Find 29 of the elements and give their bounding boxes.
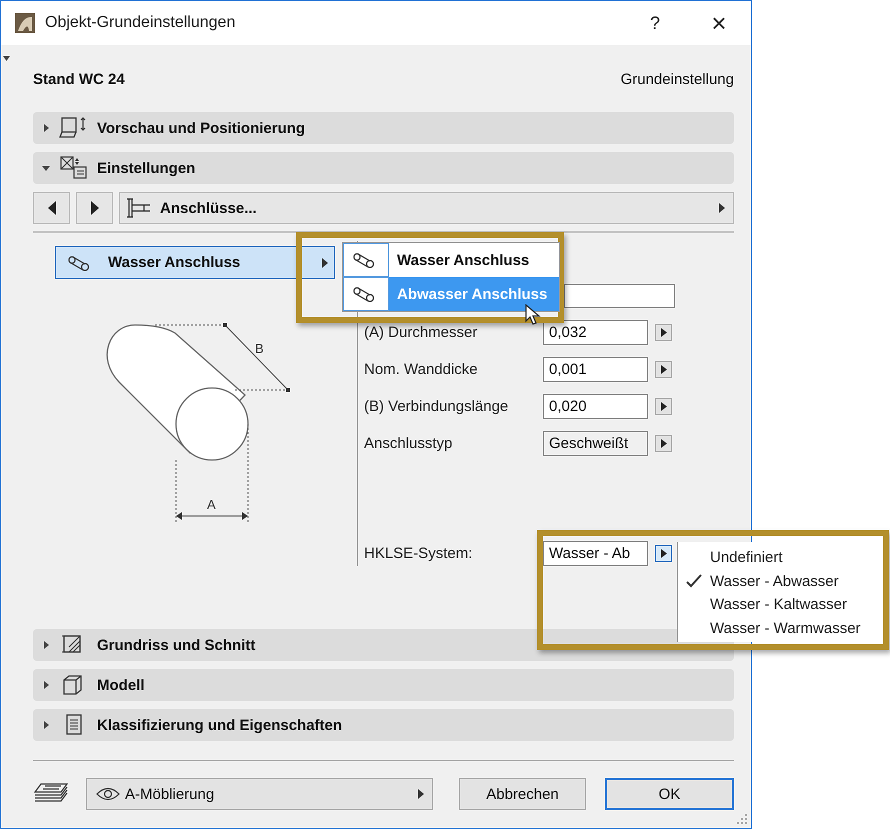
close-button[interactable]: × — [687, 1, 751, 45]
menu-item[interactable]: Wasser - Kaltwasser — [678, 593, 881, 616]
layer-dropdown[interactable]: A-Möblierung — [86, 778, 433, 810]
object-name: Stand WC 24 — [33, 70, 125, 88]
input-field[interactable]: 0,020 — [543, 394, 648, 419]
field-label: Nom. Wanddicke — [364, 361, 479, 378]
panel-header[interactable]: Klassifizierung und Eigenschaften — [33, 709, 734, 741]
menu-item[interactable]: Wasser - Abwasser — [678, 570, 881, 593]
input-field[interactable]: 0,032 — [543, 320, 648, 345]
field-label: (B) Verbindungslänge — [364, 398, 510, 415]
dimension-label: B — [255, 341, 264, 356]
preset-label: Grundeinstellung — [620, 70, 734, 88]
input-field[interactable]: 0,001 — [543, 357, 648, 382]
window-title: Objekt-Grundeinstellungen — [45, 14, 236, 32]
cancel-button[interactable]: Abbrechen — [459, 778, 586, 810]
menu-item[interactable]: Undefiniert — [678, 546, 881, 570]
type-dropdown[interactable]: Geschweißt — [543, 431, 648, 456]
connection-list-item[interactable]: Wasser Anschluss — [55, 246, 335, 279]
field-label: HKLSE-System: — [364, 545, 474, 562]
ok-button[interactable]: OK — [605, 778, 734, 810]
field-label: Anschlusstyp — [364, 435, 454, 452]
panel-header[interactable]: Vorschau und Positionierung — [33, 112, 734, 144]
panel-header[interactable]: Einstellungen — [33, 152, 734, 184]
help-button[interactable]: ? — [623, 1, 687, 45]
field-label: (A) Durchmesser — [364, 324, 478, 341]
dimension-label: A — [207, 497, 216, 512]
panel-header[interactable]: Modell — [33, 669, 734, 701]
page-dropdown[interactable]: Anschlüsse... — [119, 192, 734, 224]
system-dropdown[interactable]: Wasser - Ab — [543, 541, 648, 566]
